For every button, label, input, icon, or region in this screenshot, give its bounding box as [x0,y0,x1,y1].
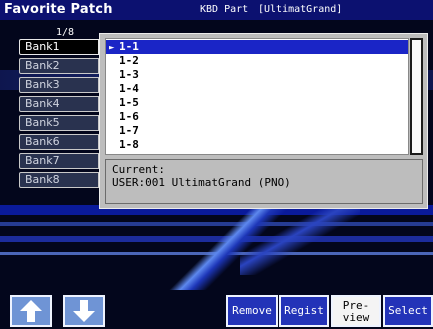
preview-button[interactable]: Pre- view [331,295,381,327]
list-item-label: 1-1 [119,40,139,53]
list-item[interactable]: 1-4 [106,82,408,96]
list-item-label: 1-6 [119,110,139,123]
down-button[interactable] [63,295,105,327]
part-label: KBD Part [200,4,249,15]
bank-tab-3[interactable]: Bank3 [19,77,99,93]
current-value: USER:001 UltimatGrand (PNO) [112,176,291,189]
list-item-label: 1-3 [119,68,139,81]
bank-tab-4[interactable]: Bank4 [19,96,99,112]
patch-popup: ► 1-1 1-2 1-3 1-4 1-5 1-6 1-7 1-8 Current… [99,33,428,209]
bank-tab-5[interactable]: Bank5 [19,115,99,131]
scrollbar-thumb[interactable] [412,40,421,153]
select-button[interactable]: Select [383,295,433,327]
current-patch-box: Current: USER:001 UltimatGrand (PNO) [105,159,423,204]
list-item-label: 1-5 [119,96,139,109]
page-title: Favorite Patch [4,2,113,17]
list-item[interactable]: 1-8 [106,138,408,152]
bank-tab-1[interactable]: Bank1 [19,39,99,55]
scrollbar[interactable] [410,38,423,155]
selection-arrow-icon: ► [109,43,115,53]
list-item[interactable]: ► 1-1 [106,40,408,54]
arrow-up-icon [20,300,42,322]
up-button[interactable] [10,295,52,327]
regist-button[interactable]: Regist [279,295,329,327]
arrow-down-icon [73,300,95,322]
screen: Favorite Patch KBD Part [UltimatGrand] 1… [0,0,433,329]
list-item[interactable]: 1-2 [106,54,408,68]
list-item[interactable]: 1-7 [106,124,408,138]
current-label: Current: [112,163,165,176]
preview-label-line2: view [342,311,370,324]
list-item[interactable]: 1-6 [106,110,408,124]
list-item-label: 1-2 [119,54,139,67]
bank-tab-2[interactable]: Bank2 [19,58,99,74]
bank-tab-8[interactable]: Bank8 [19,172,99,188]
remove-button[interactable]: Remove [226,295,278,327]
bank-tab-7[interactable]: Bank7 [19,153,99,169]
list-item[interactable]: 1-5 [106,96,408,110]
page-indicator: 1/8 [56,27,75,38]
patch-list[interactable]: ► 1-1 1-2 1-3 1-4 1-5 1-6 1-7 1-8 [105,38,409,155]
part-value: [UltimatGrand] [258,4,343,15]
list-item-label: 1-8 [119,138,139,151]
list-item-label: 1-4 [119,82,139,95]
bank-tab-6[interactable]: Bank6 [19,134,99,150]
list-item-label: 1-7 [119,124,139,137]
title-bar: Favorite Patch KBD Part [UltimatGrand] [0,0,433,20]
list-item[interactable]: 1-3 [106,68,408,82]
